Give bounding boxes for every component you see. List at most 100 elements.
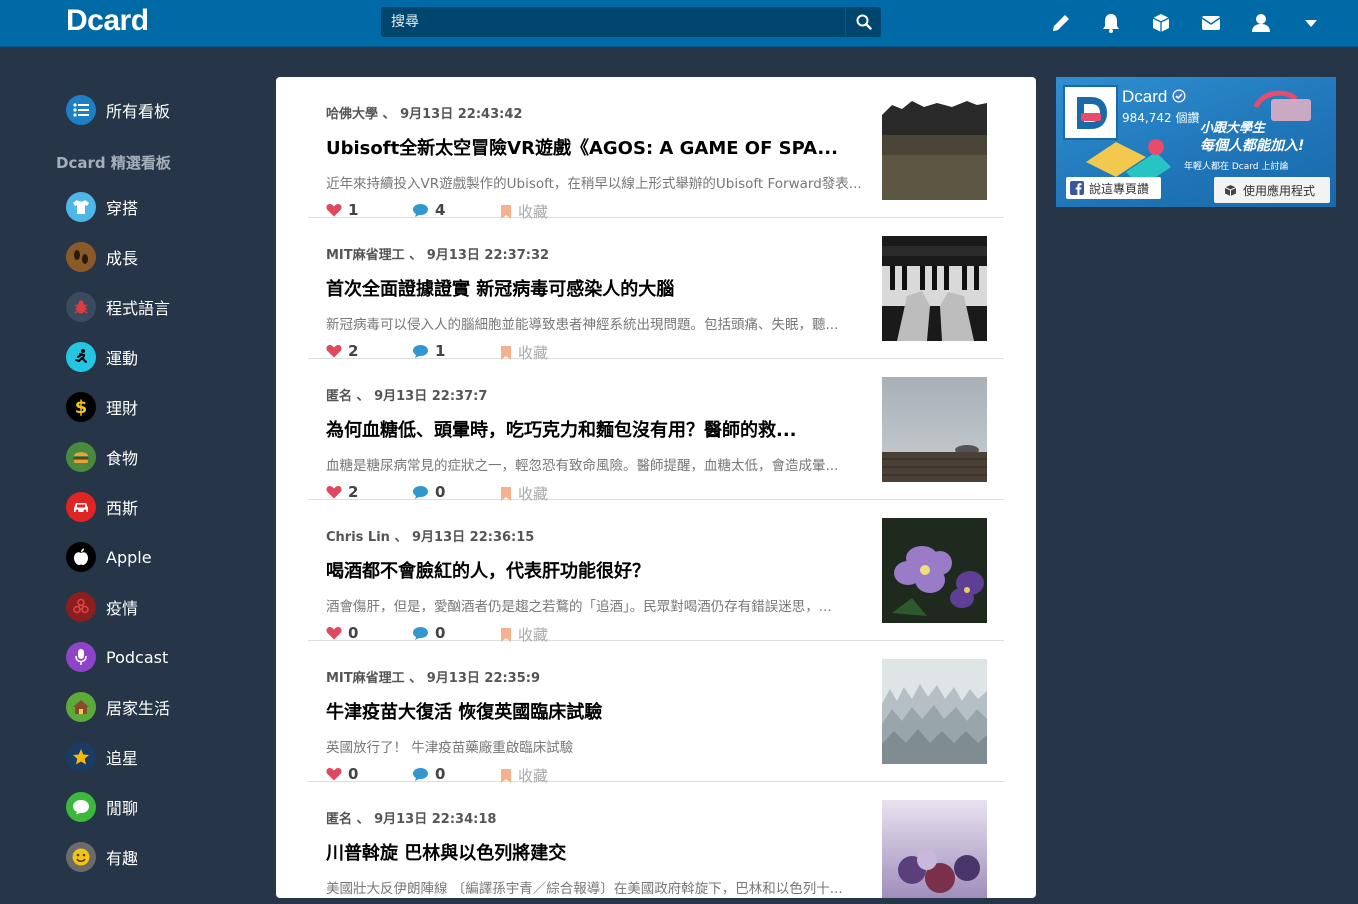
like-button[interactable]: 0 <box>326 765 358 783</box>
pencil-icon[interactable] <box>1049 11 1073 35</box>
post-title[interactable]: 為何血糖低、頭暈時，吃巧克力和麵包沒有用？醫師的救... <box>326 416 856 442</box>
like-button[interactable]: 1 <box>326 201 358 219</box>
sidebar-item-chat[interactable]: 閒聊 <box>66 791 138 823</box>
comment-button[interactable]: 4 <box>412 201 445 219</box>
sidebar-item-label: 追星 <box>106 749 139 768</box>
like-count: 1 <box>348 201 359 219</box>
post-thumbnail[interactable] <box>882 518 987 623</box>
post-title[interactable]: 喝酒都不會臉紅的人，代表肝功能很好？ <box>326 557 856 583</box>
comment-icon <box>413 344 428 358</box>
like-button[interactable]: 0 <box>326 624 358 642</box>
sidebar-item-food[interactable]: 食物 <box>66 441 138 473</box>
post-item[interactable]: Chris Lin 、 9月13日 22:36:15 喝酒都不會臉紅的人，代表肝… <box>308 500 1004 644</box>
post-item[interactable]: MIT麻省理工 、 9月13日 22:37:32 首次全面證據證實 新冠病毒可感… <box>308 218 1004 362</box>
sidebar-item-label: 成長 <box>106 249 139 268</box>
comment-icon <box>413 485 428 499</box>
sidebar-item-programming[interactable]: 程式語言 <box>66 291 170 323</box>
footprints-icon <box>66 242 96 272</box>
post-time: 9月13日 22:35:9 <box>426 671 541 686</box>
comment-icon <box>413 626 428 640</box>
sidebar-item-idol[interactable]: 追星 <box>66 741 138 773</box>
sidebar-item-sports[interactable]: 運動 <box>66 341 138 373</box>
post-time: 9月13日 22:43:42 <box>400 107 523 122</box>
sidebar-item-fashion[interactable]: 穿搭 <box>66 191 138 223</box>
sidebar-item-sex[interactable]: 西斯 <box>66 491 138 523</box>
ad-slogan-line2: 每個人都能加入! <box>1200 138 1305 154</box>
post-author: 匿名 <box>326 389 353 404</box>
tshirt-icon <box>66 192 96 222</box>
post-title[interactable]: 川普斡旋 巴林與以色列將建交 <box>326 839 856 865</box>
meta-separator: 、 <box>356 389 370 404</box>
comment-count: 0 <box>435 765 446 783</box>
post-meta: MIT麻省理工 、 9月13日 22:37:32 <box>326 244 549 263</box>
comment-count: 0 <box>435 483 446 501</box>
sidebar-item-funny[interactable]: 有趣 <box>66 841 138 873</box>
facebook-icon <box>1070 181 1084 195</box>
caret-down-icon[interactable] <box>1299 11 1323 35</box>
post-title[interactable]: 牛津疫苗大復活 恢復英國臨床試驗 <box>326 698 856 724</box>
like-page-button[interactable]: 說這專頁讚 <box>1066 177 1161 199</box>
post-thumbnail[interactable] <box>882 236 987 341</box>
post-thumbnail[interactable] <box>882 659 987 764</box>
post-time: 9月13日 22:37:32 <box>426 248 550 263</box>
bell-icon[interactable] <box>1099 11 1123 35</box>
mail-icon[interactable] <box>1199 11 1223 35</box>
heart-icon <box>326 486 342 499</box>
sidebar-item-growth[interactable]: 成長 <box>66 241 138 273</box>
cube-icon <box>1224 184 1237 196</box>
post-item[interactable]: 哈佛大學 、 9月13日 22:43:42 Ubisoft全新太空冒險VR遊戲《… <box>308 77 1004 221</box>
post-item[interactable]: 匿名 、 9月13日 22:34:18 川普斡旋 巴林與以色列將建交 美國壯大反… <box>308 782 1004 898</box>
comment-count: 4 <box>435 201 446 219</box>
comment-button[interactable]: 0 <box>412 483 445 501</box>
meta-separator: 、 <box>409 671 423 686</box>
top-navbar: Dcard <box>0 0 1358 46</box>
facebook-page-widget[interactable]: Dcard 984,742 個讚 小跟大學生 每個人都能加入! 年輕人都在 Dc… <box>1056 77 1336 207</box>
like-count: 0 <box>348 765 359 783</box>
post-thumbnail[interactable] <box>882 377 987 482</box>
bug-icon <box>66 292 96 322</box>
comment-button[interactable]: 0 <box>412 765 445 783</box>
sidebar-item-label: Podcast <box>106 647 169 667</box>
post-title[interactable]: Ubisoft全新太空冒險VR遊戲《AGOS: A GAME OF SPA... <box>326 134 856 160</box>
ad-page-name[interactable]: Dcard <box>1122 87 1186 107</box>
comment-count: 1 <box>435 342 446 360</box>
search-button[interactable] <box>845 7 881 37</box>
ad-slogan-line3: 年輕人都在 Dcard 上討論 <box>1184 162 1289 172</box>
post-item[interactable]: 匿名 、 9月13日 22:37:7 為何血糖低、頭暈時，吃巧克力和麵包沒有用？… <box>308 359 1004 503</box>
post-author: Chris Lin <box>326 530 390 545</box>
post-item[interactable]: MIT麻省理工 、 9月13日 22:35:9 牛津疫苗大復活 恢復英國臨床試驗… <box>308 641 1004 785</box>
like-button[interactable]: 2 <box>326 483 358 501</box>
post-title[interactable]: 首次全面證據證實 新冠病毒可感染人的大腦 <box>326 275 856 301</box>
sidebar-item-pandemic[interactable]: 疫情 <box>66 591 138 623</box>
search-input[interactable] <box>381 7 843 37</box>
sidebar-item-home-living[interactable]: 居家生活 <box>66 691 170 723</box>
car-icon <box>66 492 96 522</box>
apple-icon <box>66 542 96 572</box>
comment-button[interactable]: 0 <box>412 624 445 642</box>
sidebar-item-label: 所有看板 <box>106 102 171 121</box>
post-thumbnail[interactable] <box>882 95 987 200</box>
like-count: 2 <box>348 342 359 360</box>
like-count: 0 <box>348 624 359 642</box>
microphone-icon <box>66 642 96 672</box>
post-feed: 哈佛大學 、 9月13日 22:43:42 Ubisoft全新太空冒險VR遊戲《… <box>276 77 1036 898</box>
sidebar-item-finance[interactable]: $ 理財 <box>66 391 138 423</box>
comment-icon <box>413 767 428 781</box>
dcard-page-avatar[interactable] <box>1063 85 1118 140</box>
cube-icon[interactable] <box>1149 11 1173 35</box>
dcard-logo[interactable]: Dcard <box>66 4 149 38</box>
post-thumbnail[interactable] <box>882 800 987 898</box>
user-icon[interactable] <box>1249 11 1273 35</box>
use-app-button[interactable]: 使用應用程式 <box>1214 177 1330 203</box>
sidebar-item-podcast[interactable]: Podcast <box>66 641 168 673</box>
sidebar-item-label: 運動 <box>106 349 139 368</box>
smiley-icon <box>66 842 96 872</box>
comment-button[interactable]: 1 <box>412 342 445 360</box>
like-button[interactable]: 2 <box>326 342 358 360</box>
sidebar-item-apple[interactable]: Apple <box>66 541 152 573</box>
sidebar-item-label: 有趣 <box>106 849 139 868</box>
sidebar-item-all-boards[interactable]: 所有看板 <box>66 94 170 126</box>
post-time: 9月13日 22:34:18 <box>374 812 497 827</box>
star-icon <box>66 742 96 772</box>
sidebar-item-label: 疫情 <box>106 599 139 618</box>
